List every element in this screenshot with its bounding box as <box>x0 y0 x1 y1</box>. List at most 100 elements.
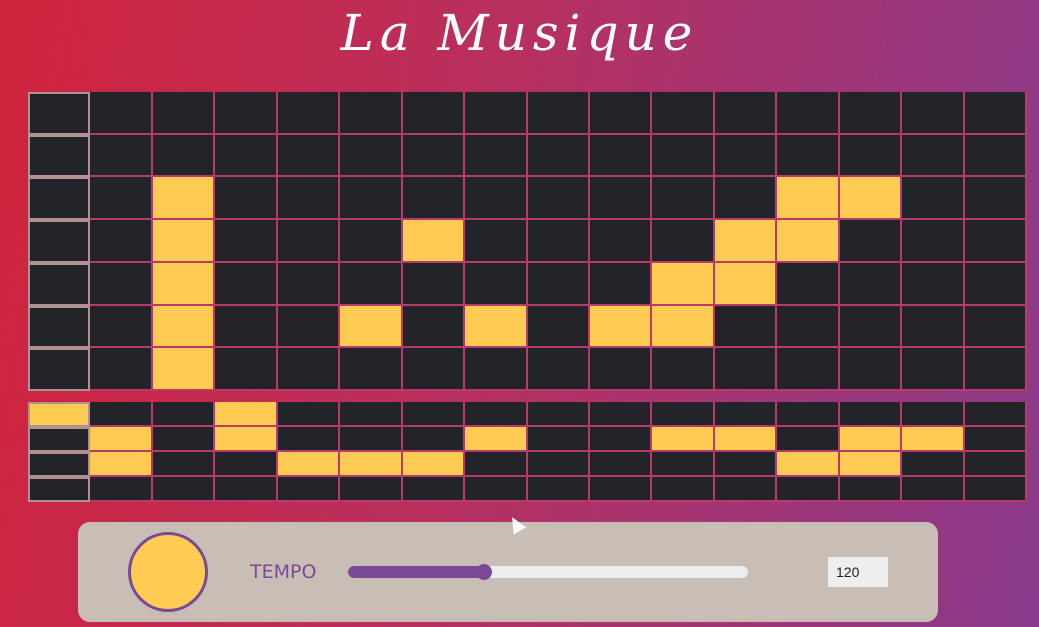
melody-cell[interactable] <box>28 92 91 135</box>
drum-cell[interactable] <box>340 477 403 502</box>
drum-cell[interactable] <box>839 427 903 452</box>
drum-cell[interactable] <box>839 452 903 477</box>
drum-cell[interactable] <box>465 402 528 427</box>
melody-cell[interactable] <box>152 134 216 178</box>
melody-cell[interactable] <box>28 262 91 306</box>
drum-cell[interactable] <box>839 477 903 502</box>
drum-cell[interactable] <box>402 427 466 452</box>
tempo-slider[interactable] <box>348 564 748 580</box>
melody-cell[interactable] <box>714 220 778 263</box>
drum-cell[interactable] <box>902 477 965 502</box>
drum-cell[interactable] <box>964 452 1027 477</box>
melody-cell[interactable] <box>340 348 403 391</box>
drum-cell[interactable] <box>402 477 466 502</box>
melody-cell[interactable] <box>589 220 653 263</box>
melody-cell[interactable] <box>340 262 403 306</box>
melody-cell[interactable] <box>714 348 778 391</box>
melody-cell[interactable] <box>90 262 153 306</box>
melody-cell[interactable] <box>902 262 965 306</box>
drum-cell[interactable] <box>28 452 91 477</box>
melody-cell[interactable] <box>714 92 778 135</box>
melody-cell[interactable] <box>152 177 216 221</box>
drum-cell[interactable] <box>652 452 715 477</box>
melody-cell[interactable] <box>652 177 715 221</box>
melody-cell[interactable] <box>652 220 715 263</box>
melody-cell[interactable] <box>28 134 91 178</box>
drum-cell[interactable] <box>777 427 840 452</box>
melody-cell[interactable] <box>527 220 590 263</box>
melody-cell[interactable] <box>465 92 528 135</box>
drum-cell[interactable] <box>714 402 778 427</box>
melody-cell[interactable] <box>964 305 1027 349</box>
drum-cell[interactable] <box>589 452 653 477</box>
melody-cell[interactable] <box>902 134 965 178</box>
drum-cell[interactable] <box>527 452 590 477</box>
melody-cell[interactable] <box>652 348 715 391</box>
melody-cell[interactable] <box>277 305 341 349</box>
melody-cell[interactable] <box>90 134 153 178</box>
drum-cell[interactable] <box>215 452 278 477</box>
drum-cell[interactable] <box>839 402 903 427</box>
drum-cell[interactable] <box>28 402 91 427</box>
melody-cell[interactable] <box>215 305 278 349</box>
melody-cell[interactable] <box>465 348 528 391</box>
drum-cell[interactable] <box>465 427 528 452</box>
drum-cell[interactable] <box>402 452 466 477</box>
melody-cell[interactable] <box>340 305 403 349</box>
melody-cell[interactable] <box>90 305 153 349</box>
drum-cell[interactable] <box>277 477 341 502</box>
melody-cell[interactable] <box>215 177 278 221</box>
melody-cell[interactable] <box>402 305 466 349</box>
drum-cell[interactable] <box>777 452 840 477</box>
drum-cell[interactable] <box>215 427 278 452</box>
melody-cell[interactable] <box>527 348 590 391</box>
drum-cell[interactable] <box>652 477 715 502</box>
drum-cell[interactable] <box>340 452 403 477</box>
melody-cell[interactable] <box>152 305 216 349</box>
melody-cell[interactable] <box>28 220 91 263</box>
melody-cell[interactable] <box>152 262 216 306</box>
drum-cell[interactable] <box>277 402 341 427</box>
melody-cell[interactable] <box>465 305 528 349</box>
melody-cell[interactable] <box>277 134 341 178</box>
drum-cell[interactable] <box>465 477 528 502</box>
drum-cell[interactable] <box>152 427 216 452</box>
melody-cell[interactable] <box>527 177 590 221</box>
drum-cell[interactable] <box>652 427 715 452</box>
melody-cell[interactable] <box>652 262 715 306</box>
melody-cell[interactable] <box>90 348 153 391</box>
drum-cell[interactable] <box>714 477 778 502</box>
melody-cell[interactable] <box>714 305 778 349</box>
drum-cell[interactable] <box>589 427 653 452</box>
melody-cell[interactable] <box>902 305 965 349</box>
melody-cell[interactable] <box>215 134 278 178</box>
melody-cell[interactable] <box>277 92 341 135</box>
drum-cell[interactable] <box>652 402 715 427</box>
melody-cell[interactable] <box>839 220 903 263</box>
melody-cell[interactable] <box>777 92 840 135</box>
drum-cell[interactable] <box>465 452 528 477</box>
drum-cell[interactable] <box>527 402 590 427</box>
drum-cell[interactable] <box>902 427 965 452</box>
melody-cell[interactable] <box>527 92 590 135</box>
melody-cell[interactable] <box>28 348 91 391</box>
melody-cell[interactable] <box>90 177 153 221</box>
melody-cell[interactable] <box>340 92 403 135</box>
melody-cell[interactable] <box>215 348 278 391</box>
melody-cell[interactable] <box>465 262 528 306</box>
melody-cell[interactable] <box>964 220 1027 263</box>
drum-cell[interactable] <box>90 477 153 502</box>
drum-cell[interactable] <box>277 452 341 477</box>
melody-cell[interactable] <box>90 220 153 263</box>
melody-cell[interactable] <box>777 134 840 178</box>
melody-cell[interactable] <box>964 92 1027 135</box>
melody-cell[interactable] <box>777 177 840 221</box>
melody-cell[interactable] <box>152 220 216 263</box>
melody-cell[interactable] <box>402 262 466 306</box>
drum-cell[interactable] <box>215 402 278 427</box>
drum-cell[interactable] <box>777 402 840 427</box>
drum-cell[interactable] <box>714 427 778 452</box>
drum-cell[interactable] <box>152 452 216 477</box>
melody-cell[interactable] <box>277 177 341 221</box>
melody-cell[interactable] <box>152 92 216 135</box>
